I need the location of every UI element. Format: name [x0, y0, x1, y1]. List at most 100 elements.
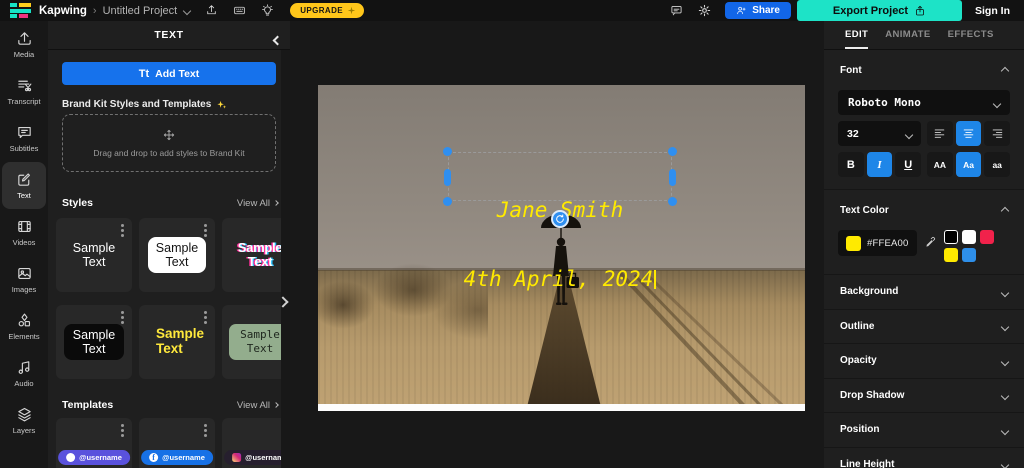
- swatch-red[interactable]: [979, 230, 994, 244]
- brand-name[interactable]: Kapwing: [39, 5, 87, 17]
- templates-view-all-link[interactable]: View All: [237, 400, 279, 411]
- upgrade-button[interactable]: UPGRADE: [290, 3, 364, 18]
- kapwing-logo[interactable]: [10, 3, 31, 18]
- font-family-dropdown[interactable]: Roboto Mono: [838, 90, 1010, 115]
- resize-handle-right[interactable]: [669, 168, 676, 186]
- chevron-down-icon[interactable]: [182, 6, 192, 15]
- styles-view-all-link[interactable]: View All: [237, 198, 279, 209]
- text-edit-icon: [17, 173, 30, 186]
- eyedropper-icon[interactable]: [924, 236, 937, 249]
- sidebar-item-audio[interactable]: Audio: [0, 350, 48, 397]
- card-menu-icon[interactable]: [121, 316, 124, 319]
- music-note-icon: [18, 361, 29, 374]
- collapse-panel-button[interactable]: [272, 31, 283, 49]
- tool-rail: Media Transcript Subtitles Text Videos I…: [0, 21, 48, 468]
- align-right-icon: [992, 129, 1002, 138]
- photo-white-strip: [318, 404, 805, 411]
- style-card-glitch[interactable]: Sample Text: [222, 218, 290, 292]
- uppercase-button[interactable]: AA: [927, 152, 953, 177]
- swatch-white[interactable]: [961, 230, 976, 244]
- selected-text-layer[interactable]: Jane Smith 4th April, 2024: [443, 147, 677, 291]
- chevron-down-icon: [1000, 288, 1010, 297]
- section-position[interactable]: Position: [824, 413, 1024, 448]
- card-menu-icon[interactable]: [204, 429, 207, 432]
- tab-effects[interactable]: EFFECTS: [948, 21, 994, 49]
- style-card-green-mono[interactable]: Sample Text: [222, 305, 290, 379]
- align-left-button[interactable]: [927, 121, 953, 146]
- align-center-button[interactable]: [955, 121, 982, 146]
- sidebar-item-elements[interactable]: Elements: [0, 303, 48, 350]
- italic-button[interactable]: I: [866, 152, 893, 177]
- font-size-dropdown[interactable]: 32: [838, 121, 922, 146]
- sidebar-item-videos[interactable]: Videos: [0, 209, 48, 256]
- facebook-icon: f: [149, 453, 159, 462]
- tab-edit[interactable]: EDIT: [845, 21, 869, 49]
- export-project-button[interactable]: Export Project: [797, 0, 962, 21]
- keyboard-shortcuts-icon[interactable]: [233, 4, 246, 17]
- resize-handle-bottom-right[interactable]: [668, 197, 677, 206]
- section-line-height[interactable]: Line Height: [824, 448, 1024, 468]
- card-menu-icon[interactable]: [204, 229, 207, 232]
- sign-in-link[interactable]: Sign In: [975, 5, 1010, 17]
- sidebar-item-media[interactable]: Media: [0, 21, 48, 68]
- style-card-black-pill[interactable]: Sample Text: [56, 305, 132, 379]
- breadcrumb-separator: ›: [92, 4, 97, 17]
- resize-handle-top-left[interactable]: [443, 147, 452, 156]
- style-card-plain[interactable]: Sample Text: [56, 218, 132, 292]
- card-menu-icon[interactable]: [204, 316, 207, 319]
- font-section-toggle[interactable]: Font: [838, 61, 1010, 79]
- upload-icon[interactable]: [205, 4, 218, 17]
- text-color-section-toggle[interactable]: Text Color: [838, 201, 1010, 219]
- suggestions-bulb-icon[interactable]: [261, 4, 274, 17]
- comments-icon[interactable]: [670, 4, 683, 17]
- sidebar-item-text[interactable]: Text: [2, 162, 46, 209]
- underline-button[interactable]: U: [895, 152, 922, 177]
- sidebar-item-layers[interactable]: Layers: [0, 397, 48, 444]
- template-card-facebook[interactable]: f @username: [139, 418, 215, 468]
- style-card-white-pill[interactable]: Sample Text: [139, 218, 215, 292]
- video-canvas[interactable]: Jane Smith 4th April, 2024: [318, 85, 805, 411]
- template-card-instagram[interactable]: @username: [222, 418, 290, 468]
- sidebar-item-subtitles[interactable]: Subtitles: [0, 115, 48, 162]
- styles-carousel-next-button[interactable]: [277, 293, 289, 311]
- swatch-black[interactable]: [943, 230, 958, 244]
- settings-gear-icon[interactable]: [698, 4, 711, 17]
- font-section: Font Roboto Mono 32 B I U AA Aa aa: [824, 50, 1024, 190]
- tab-animate[interactable]: ANIMATE: [885, 21, 930, 49]
- resize-handle-left[interactable]: [444, 168, 451, 186]
- share-button[interactable]: Share: [725, 2, 791, 19]
- sidebar-item-transcript[interactable]: Transcript: [0, 68, 48, 115]
- bold-button[interactable]: B: [838, 152, 864, 177]
- add-text-button[interactable]: Tt Add Text: [62, 62, 276, 85]
- chevron-down-icon: [1000, 461, 1010, 468]
- templates-row: @username f @username @username: [56, 418, 290, 468]
- align-right-button[interactable]: [984, 121, 1010, 146]
- card-menu-icon[interactable]: [121, 229, 124, 232]
- styles-row-1: Sample Text Sample Text Sample Text: [56, 218, 290, 292]
- chevron-up-icon: [1000, 206, 1010, 216]
- discord-icon: [66, 453, 76, 462]
- resize-handle-bottom-left[interactable]: [443, 197, 452, 206]
- lowercase-button[interactable]: aa: [984, 152, 1011, 177]
- style-card-yellow-bold[interactable]: Sample Text: [139, 305, 215, 379]
- card-menu-icon[interactable]: [121, 429, 124, 432]
- swatch-yellow[interactable]: [943, 248, 958, 262]
- capitalize-button[interactable]: Aa: [955, 152, 982, 177]
- text-tool-icon: Tt: [138, 67, 150, 80]
- align-left-icon: [935, 129, 945, 138]
- section-background[interactable]: Background: [824, 275, 1024, 310]
- brand-kit-dropzone[interactable]: Drag and drop to add styles to Brand Kit: [62, 114, 276, 172]
- templates-section-header: Templates View All: [62, 399, 279, 411]
- canvas-text[interactable]: Jane Smith 4th April, 2024: [448, 152, 672, 291]
- rotate-handle[interactable]: [551, 210, 569, 228]
- sidebar-item-images[interactable]: Images: [0, 256, 48, 303]
- swatch-blue[interactable]: [961, 248, 976, 262]
- section-outline[interactable]: Outline: [824, 310, 1024, 344]
- resize-handle-top-right[interactable]: [668, 147, 677, 156]
- shapes-icon: [18, 313, 30, 327]
- template-card-discord[interactable]: @username: [56, 418, 132, 468]
- breadcrumb[interactable]: Untitled Project: [103, 5, 178, 17]
- section-drop-shadow[interactable]: Drop Shadow: [824, 379, 1024, 413]
- section-opacity[interactable]: Opacity: [824, 344, 1024, 379]
- hex-color-field[interactable]: #FFEA00: [838, 230, 917, 256]
